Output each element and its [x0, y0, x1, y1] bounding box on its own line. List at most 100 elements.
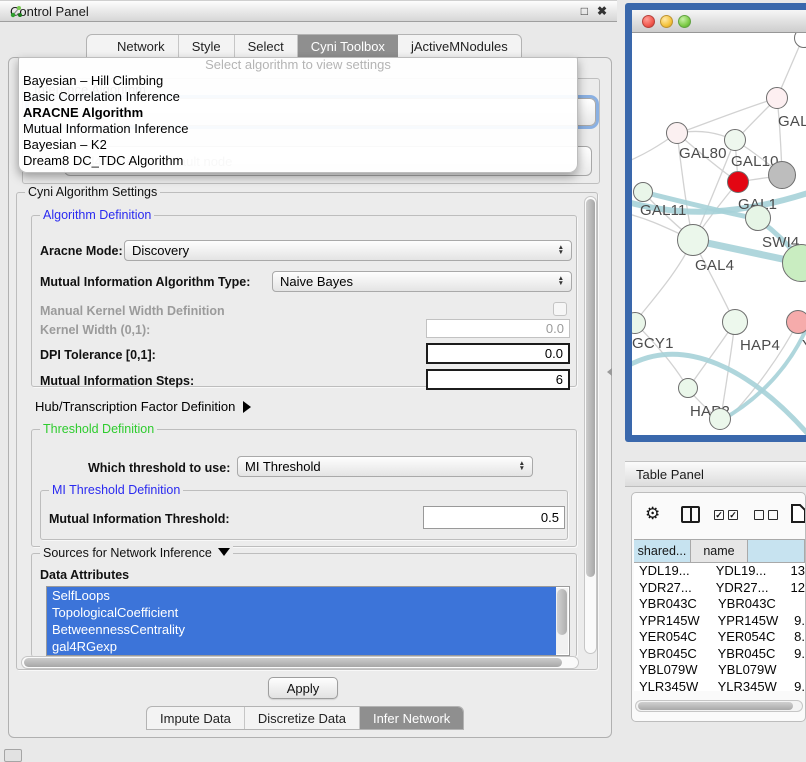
dpi-tolerance-field[interactable]: 0.0 — [426, 343, 570, 364]
algorithm-dropdown-item[interactable]: Mutual Information Inference — [19, 121, 577, 137]
tab[interactable]: jActiveMNodules — [398, 35, 521, 57]
network-node[interactable] — [709, 408, 731, 430]
bottom-tab[interactable]: Infer Network — [360, 707, 463, 729]
tab[interactable]: Style — [179, 35, 235, 57]
algorithm-dropdown-item[interactable]: ARACNE Algorithm — [19, 105, 577, 121]
network-node[interactable] — [727, 171, 749, 193]
data-attribute-item-selected[interactable]: gal4RGexp — [47, 638, 556, 655]
table-row[interactable]: YPR145WYPR145W9. — [634, 613, 805, 630]
app-root: Control Panel □ ✖ NetworkStyleSelectCyni… — [0, 0, 806, 762]
mi-type-value: Naive Bayes — [280, 274, 353, 289]
control-panel-tabs: NetworkStyleSelectCyni ToolboxjActiveMNo… — [86, 34, 522, 58]
table-row[interactable]: YBR043CYBR043C — [634, 596, 805, 613]
network-node[interactable] — [745, 205, 771, 231]
cyni-settings-group-title: Cyni Algorithm Settings — [25, 185, 160, 199]
mi-threshold-field[interactable]: 0.5 — [423, 506, 565, 529]
aracne-mode-value: Discovery — [132, 243, 189, 258]
algorithm-dropdown-placeholder: Select algorithm to view settings — [19, 58, 577, 73]
control-panel-titlebar: Control Panel □ ✖ — [0, 0, 617, 22]
split-panes-icon[interactable] — [681, 506, 700, 523]
network-node-label: GAL — [778, 113, 806, 130]
data-attribute-item-selected[interactable]: TopologicalCoefficient — [47, 604, 556, 621]
algorithm-dropdown-item[interactable]: Bayesian – K2 — [19, 137, 577, 153]
network-tab-icon — [9, 4, 24, 22]
table-horizontal-scrollbar[interactable] — [635, 700, 803, 712]
table-column-header[interactable]: name — [691, 540, 748, 562]
sources-group-title[interactable]: Sources for Network Inference — [40, 546, 233, 560]
bottom-tab[interactable]: Impute Data — [147, 707, 245, 729]
network-node[interactable] — [678, 378, 698, 398]
tab[interactable]: Select — [235, 35, 298, 57]
bottom-tab[interactable]: Discretize Data — [245, 707, 360, 729]
algorithm-dropdown-item[interactable]: Dream8 DC_TDC Algorithm — [19, 153, 577, 169]
algorithm-definition-title: Algorithm Definition — [40, 208, 154, 222]
sources-group: Sources for Network Inference Data Attri… — [31, 553, 577, 657]
zoom-window-icon[interactable] — [678, 15, 691, 28]
table-row[interactable]: YLR345WYLR345W9. — [634, 679, 805, 692]
gear-icon[interactable]: ⚙ — [645, 504, 660, 524]
algorithm-dropdown-item[interactable]: Basic Correlation Inference — [19, 89, 577, 105]
table-rows: YDL19...YDL19...13 YDR27...YDR27...12 YB… — [634, 563, 805, 691]
kernel-width-value: 0.0 — [546, 321, 564, 336]
settings-horizontal-scrollbar[interactable] — [21, 656, 579, 669]
close-window-icon[interactable] — [642, 15, 655, 28]
combo-arrows-icon: ▲▼ — [552, 246, 564, 255]
dpi-tolerance-label: DPI Tolerance [0,1]: — [40, 348, 156, 362]
network-node[interactable] — [786, 310, 806, 334]
settings-vertical-scrollbar[interactable] — [584, 196, 597, 654]
table-row[interactable]: YDR27...YDR27...12 — [634, 580, 805, 597]
control-panel-bottom-tabs: Impute DataDiscretize DataInfer Network — [146, 706, 464, 730]
table-row[interactable]: YBR045CYBR045C9. — [634, 646, 805, 663]
aracne-mode-label: Aracne Mode: — [40, 244, 123, 258]
splitter-collapse-icon[interactable] — [607, 368, 612, 376]
table-panel-titlebar: Table Panel — [625, 461, 806, 487]
network-node[interactable] — [677, 224, 709, 256]
combo-arrows-icon: ▲▼ — [552, 277, 564, 286]
network-node[interactable] — [768, 161, 796, 189]
aracne-mode-combobox[interactable]: Discovery ▲▼ — [124, 240, 572, 261]
attributes-list-scrollbar[interactable] — [556, 588, 568, 654]
tab[interactable]: Network — [87, 35, 179, 57]
cyni-algorithm-settings-group: Cyni Algorithm Settings Algorithm Defini… — [16, 192, 598, 670]
network-node-label: HAP4 — [740, 337, 780, 354]
table-column-header[interactable]: shared... — [634, 540, 691, 562]
network-node[interactable] — [666, 122, 688, 144]
algorithm-dropdown-item[interactable]: Bayesian – Hill Climbing — [19, 73, 577, 89]
checked-box-icon[interactable]: ✓ — [714, 510, 724, 520]
mi-type-combobox[interactable]: Naive Bayes ▲▼ — [272, 271, 572, 292]
network-node-label: GCY1 — [632, 335, 674, 352]
data-attribute-item-selected[interactable]: SelfLoops — [47, 587, 556, 604]
unchecked-box-icon[interactable] — [754, 510, 764, 520]
float-window-icon[interactable]: □ — [581, 4, 588, 18]
apply-button[interactable]: Apply — [268, 677, 338, 699]
mi-threshold-label: Mutual Information Threshold: — [49, 512, 230, 526]
which-threshold-combobox[interactable]: MI Threshold ▲▼ — [237, 456, 533, 477]
close-panel-icon[interactable]: ✖ — [597, 4, 607, 18]
network-canvas[interactable]: GALGAL80GAL10GAL1GAL11SWI4GAL4GCY1HAP4YH… — [632, 33, 806, 435]
network-node[interactable] — [724, 129, 746, 151]
manual-kernel-checkbox[interactable] — [553, 302, 567, 316]
table-panel-title: Table Panel — [636, 467, 704, 482]
data-attribute-item-selected[interactable]: BetweennessCentrality — [47, 621, 556, 638]
mi-steps-label: Mutual Information Steps: — [40, 374, 194, 388]
threshold-definition-title: Threshold Definition — [40, 422, 157, 436]
unchecked-box-icon[interactable] — [768, 510, 778, 520]
minimize-window-icon[interactable] — [660, 15, 673, 28]
table-row[interactable]: YBL079WYBL079W — [634, 662, 805, 679]
mi-steps-field[interactable]: 6 — [426, 369, 570, 390]
mi-type-label: Mutual Information Algorithm Type: — [40, 275, 250, 289]
network-node[interactable] — [722, 309, 748, 335]
tab[interactable]: Cyni Toolbox — [298, 35, 398, 57]
table-row[interactable]: YDL19...YDL19...13 — [634, 563, 805, 580]
table-column-header[interactable] — [748, 540, 805, 562]
corner-expand-button[interactable] — [4, 749, 22, 762]
algorithm-definition-group: Algorithm Definition Aracne Mode: Discov… — [31, 215, 577, 387]
algorithm-dropdown-popup: Select algorithm to view settings Bayesi… — [18, 57, 578, 173]
network-node[interactable] — [766, 87, 788, 109]
table-row[interactable]: YER054CYER054C8. — [634, 629, 805, 646]
hub-tf-definition-toggle[interactable]: Hub/Transcription Factor Definition — [35, 399, 251, 414]
network-node[interactable] — [633, 182, 653, 202]
export-file-icon[interactable] — [790, 503, 806, 527]
expanded-arrow-icon — [218, 548, 230, 556]
checked-box-icon[interactable]: ✓ — [728, 510, 738, 520]
